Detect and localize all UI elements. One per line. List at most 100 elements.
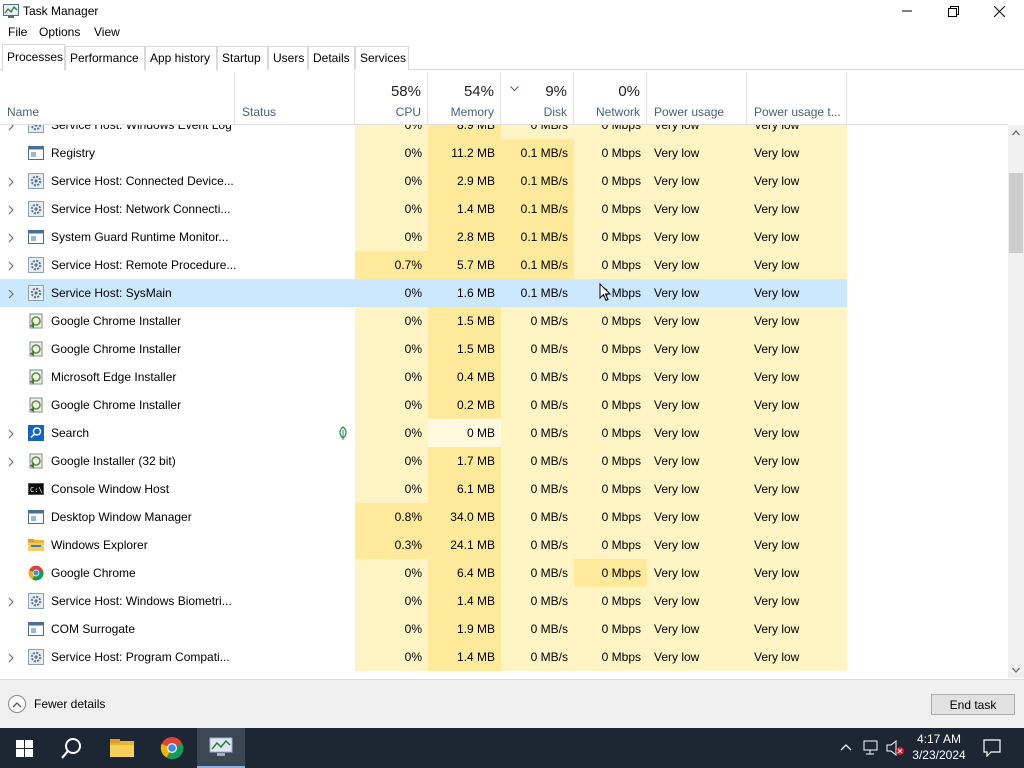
tab-processes[interactable]: Processes [2, 44, 65, 71]
cell-memory: 1.6 MB [456, 286, 495, 300]
cell-disk: 0 MB/s [530, 566, 568, 580]
close-button[interactable] [976, 0, 1022, 22]
process-row[interactable]: Google Chrome Installer 0% 0.2 MB 0 MB/s 0 M… [0, 391, 847, 419]
network-total: 0% [618, 83, 640, 100]
scroll-thumb[interactable] [1009, 173, 1023, 253]
tab-performance[interactable]: Performance [65, 46, 145, 70]
process-row[interactable]: Service Host: Program Compati... 0% 1.4 MB… [0, 643, 847, 671]
cell-power: Very low [654, 510, 700, 524]
cell-memory: 24.1 MB [450, 538, 495, 552]
process-name: Microsoft Edge Installer [51, 370, 177, 384]
cell-power-trend: Very low [754, 286, 800, 300]
column-power-trend[interactable]: Power usage t... [747, 72, 847, 124]
process-row[interactable]: Desktop Window Manager 0.8% 34.0 MB 0 MB/s 0… [0, 503, 847, 531]
process-row[interactable]: Service Host: Windows Biometri... 0% 1.4 M… [0, 587, 847, 615]
expand-chevron-icon[interactable] [7, 125, 15, 131]
cell-power-trend: Very low [754, 538, 800, 552]
expand-chevron-icon[interactable] [7, 176, 15, 187]
cell-cpu: 0% [404, 174, 422, 188]
process-row[interactable]: COM Surrogate 0% 1.9 MB 0 MB/s 0 Mbps Very lo… [0, 615, 847, 643]
cell-power: Very low [654, 174, 700, 188]
column-disk[interactable]: 9% Disk [501, 72, 574, 124]
cell-network: 0 Mbps [601, 125, 641, 132]
restore-button[interactable] [930, 0, 976, 22]
cell-network: 0 Mbps [601, 482, 641, 496]
expand-chevron-icon[interactable] [7, 204, 15, 215]
process-row[interactable]: Microsoft Edge Installer 0% 0.4 MB 0 MB/s 0 … [0, 363, 847, 391]
end-task-button[interactable]: End task [931, 694, 1015, 715]
taskbar-chrome[interactable] [148, 728, 196, 768]
cell-power: Very low [654, 342, 700, 356]
tab-services[interactable]: Services [355, 46, 409, 70]
process-row[interactable]: Google Chrome Installer 0% 1.5 MB 0 MB/s 0 M… [0, 307, 847, 335]
column-status[interactable]: Status [235, 72, 355, 124]
cell-power: Very low [654, 286, 700, 300]
expand-chevron-icon[interactable] [7, 456, 15, 467]
menu-view[interactable]: View [94, 25, 120, 39]
tab-startup[interactable]: Startup [217, 46, 268, 70]
process-row[interactable]: Service Host: Connected Device... 0% 2.9 M… [0, 167, 847, 195]
cell-cpu: 0% [404, 566, 422, 580]
process-row[interactable]: Service Host: Windows Event Log 0% 8.9 MB 0… [0, 125, 847, 139]
expand-chevron-icon[interactable] [7, 652, 15, 663]
notification-icon[interactable] [983, 739, 1001, 757]
taskbar-file-explorer[interactable] [98, 728, 146, 768]
expand-chevron-icon[interactable] [7, 260, 15, 271]
process-row[interactable]: Google Chrome Installer 0% 1.5 MB 0 MB/s 0 M… [0, 335, 847, 363]
cell-network: 0 Mbps [601, 314, 641, 328]
tab-details[interactable]: Details [308, 46, 355, 70]
column-network[interactable]: 0% Network [574, 72, 647, 124]
chevron-up-icon [8, 695, 26, 713]
menu-options[interactable]: Options [39, 25, 80, 39]
process-row[interactable]: System Guard Runtime Monitor... 0% 2.8 MB 0… [0, 223, 847, 251]
fewer-details-toggle[interactable]: Fewer details [8, 695, 105, 713]
cell-disk: 0.1 MB/s [520, 230, 568, 244]
column-disk-label: Disk [543, 105, 567, 119]
taskbar-clock[interactable]: 4:17 AM 3/23/2024 [906, 731, 972, 763]
process-row[interactable]: Service Host: Network Connecti... 0% 1.4 M… [0, 195, 847, 223]
expand-chevron-icon[interactable] [7, 596, 15, 607]
column-name[interactable]: Name [0, 72, 235, 124]
taskbar-search-button[interactable] [48, 728, 96, 768]
process-row[interactable]: Service Host: SysMain 0% 1.6 MB 0.1 MB/s 0 M… [0, 279, 847, 307]
process-row[interactable]: Registry 0% 11.2 MB 0.1 MB/s 0 Mbps Very low V… [0, 139, 847, 167]
process-name: Registry [51, 146, 96, 160]
start-button[interactable] [0, 728, 48, 768]
network-icon[interactable] [863, 740, 881, 756]
restore-icon [947, 5, 959, 17]
vertical-scrollbar[interactable] [1008, 125, 1024, 678]
cell-disk: 0 MB/s [530, 398, 568, 412]
column-cpu[interactable]: 58% CPU [355, 72, 428, 124]
process-row[interactable]: Search 0% 0 MB 0 MB/s 0 Mbps Very low Very low [0, 419, 847, 447]
installer-icon [28, 397, 44, 413]
process-row[interactable]: Google Installer (32 bit) 0% 1.7 MB 0 MB/s 0… [0, 447, 847, 475]
minimize-button[interactable] [884, 0, 930, 22]
volume-muted-icon[interactable] [886, 740, 906, 756]
scroll-down-icon[interactable] [1012, 667, 1020, 673]
cell-cpu: 0% [404, 622, 422, 636]
process-row[interactable]: C:\ Console Window Host 0% 6.1 MB 0 MB/s 0 Mb… [0, 475, 847, 503]
cell-cpu: 0.7% [394, 258, 422, 272]
expand-chevron-icon[interactable] [7, 288, 15, 299]
cell-power: Very low [654, 202, 700, 216]
cell-cpu: 0% [404, 650, 422, 664]
gear-icon [28, 257, 44, 273]
process-row[interactable]: Google Chrome 0% 6.4 MB 0 MB/s 0 Mbps Very lo… [0, 559, 847, 587]
expand-chevron-icon[interactable] [7, 428, 15, 439]
taskbar-task-manager[interactable] [197, 728, 245, 768]
column-power-usage[interactable]: Power usage [647, 72, 747, 124]
process-row[interactable]: Service Host: Remote Procedure... 0.7% 5.7… [0, 251, 847, 279]
cell-memory: 6.1 MB [456, 482, 495, 496]
column-network-label: Network [595, 105, 640, 119]
scroll-up-icon[interactable] [1012, 130, 1020, 136]
cell-cpu: 0% [404, 314, 422, 328]
column-memory[interactable]: 54% Memory [428, 72, 501, 124]
chevron-up-icon[interactable] [840, 743, 852, 751]
window-icon [28, 145, 44, 161]
tab-users[interactable]: Users [268, 46, 308, 70]
expand-chevron-icon[interactable] [7, 232, 15, 243]
menu-file[interactable]: File [8, 25, 27, 39]
cell-power-trend: Very low [754, 594, 800, 608]
tab-app-history[interactable]: App history [145, 46, 217, 70]
process-row[interactable]: Windows Explorer 0.3% 24.1 MB 0 MB/s 0 Mbps V… [0, 531, 847, 559]
